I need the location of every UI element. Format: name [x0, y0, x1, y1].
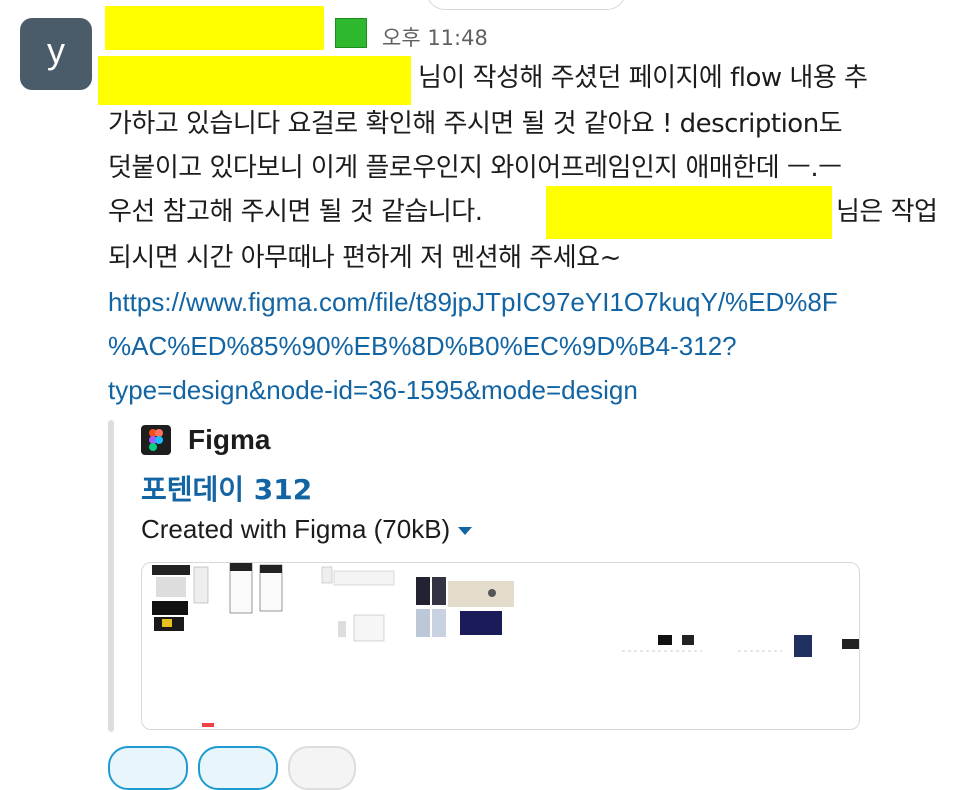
redacted-mention-2[interactable] [546, 186, 832, 239]
add-reaction-button[interactable] [288, 746, 356, 790]
attachment-accent-bar [108, 420, 114, 732]
figma-canvas-thumbnail [152, 563, 859, 727]
file-meta-text: Created with Figma (70kB) [141, 514, 451, 544]
collapse-caret-icon[interactable] [458, 527, 473, 536]
status-emoji-icon [335, 18, 367, 48]
user-avatar[interactable]: y [20, 18, 92, 90]
reaction-pill-2[interactable] [198, 746, 278, 790]
reaction-pill-1[interactable] [108, 746, 188, 790]
attachment-provider: Figma [188, 424, 271, 455]
message-line-2: 가하고 있습니다 요걸로 확인해 주시면 될 것 같아요 ! descripti… [108, 109, 843, 139]
figma-preview-image[interactable] [141, 562, 860, 730]
message-line-5: 되시면 시간 아무때나 편하게 저 멘션해 주세요~ [108, 243, 621, 273]
message-line-3: 덧붙이고 있다보니 이게 플로우인지 와이어프레임인지 애매한데 ㅡ.ㅡ [108, 153, 842, 183]
figma-logo-icon [141, 425, 171, 455]
figma-link-line-3[interactable]: type=design&node-id=36-1595&mode=design [108, 370, 638, 410]
figma-link-line-1[interactable]: https://www.figma.com/file/t89jpJTpIC97e… [108, 282, 838, 322]
message-line-4: 우선 참고해 주시면 될 것 같습니다. [108, 197, 483, 227]
figma-link-line-2[interactable]: %AC%ED%85%90%EB%8D%B0%EC%9D%B4-312? [108, 326, 737, 366]
message-timestamp[interactable]: 오후 11:48 [382, 22, 488, 52]
redacted-username[interactable] [105, 6, 324, 50]
message-line-4-suffix: 님은 작업 [836, 197, 938, 227]
attachment-title-link[interactable]: 포텐데이 312 [141, 468, 312, 508]
previous-message-reaction-pill[interactable] [426, 0, 626, 10]
redacted-mention-1[interactable] [98, 56, 411, 105]
attachment-file-meta[interactable]: Created with Figma (70kB) [141, 514, 473, 545]
message-line-1: 님이 작성해 주셨던 페이지에 flow 내용 추 [418, 63, 868, 93]
